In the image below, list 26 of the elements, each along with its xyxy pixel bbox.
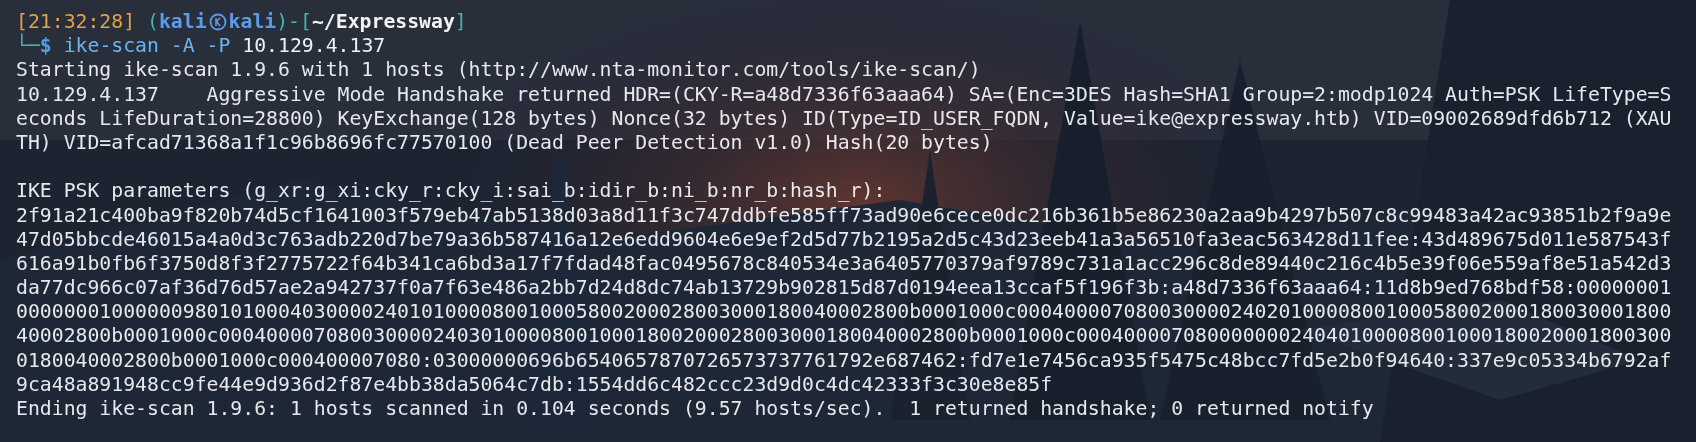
output-line: Ending ike-scan 1.9.6: 1 hosts scanned in 0.104 seconds (9.57 hosts/sec). 1 returned handshake; 0 returned notify	[16, 397, 1374, 420]
prompt-frame: (	[135, 10, 159, 33]
output-line: 9ca48a891948cc9fe44e9d936d2f87e4bb38da5064c7db:1554dd6c482ccc23d9d0c4dc42333f3c30e8e85f	[16, 372, 1053, 396]
output-line: Starting ike-scan 1.9.6 with 1 hosts (http://www.nta-monitor.com/tools/ike-scan/)	[16, 58, 981, 82]
output-line: 10.129.4.137 Aggressive Mode Handshake returned HDR=(CKY-R=a48d7336f63aaa64) SA=(Enc=3DES Hash=SHA1 Group=2:modp1024 Auth=PSK LifeType=S	[16, 82, 1672, 106]
prompt-path: ~/Expressway	[311, 10, 455, 33]
prompt-frame: )-[	[276, 10, 312, 33]
prompt-frame: ]	[454, 10, 467, 33]
output-line: 0180040002800b0001000c000400007080:03000000696b6540657870726573737761792e687462:fd7e1e7456ca935f5475c48bcc7fd5e2b0f94640:337e9c05334b6792af	[16, 348, 1672, 372]
output-line: TH) VID=afcad71368a1f1c96b8696fc77570100 (Dead Peer Detection v1.0) Hash(20 bytes)	[16, 130, 993, 154]
output-line: econds LifeDuration=28800) KeyExchange(128 bytes) Nonce(32 bytes) ID(Type=ID_USER_FQDN, Value=ike@expressway.htb) VID=09002689dfd6b712 (XAU	[16, 106, 1672, 130]
prompt-user: kali	[158, 10, 207, 33]
output-line: 40002800b0001000c000400007080030000240301000080010001800200028003000180040002800b0001000c00040000708000000024040100008001000180020001800300	[16, 324, 1672, 348]
command-argument: 10.129.4.137	[242, 34, 386, 58]
output-line: 2f91a21c400ba9f820b74d5cf1641003f579eb47ab5138d03a8d11f3c747ddbfe585ff73ad90e6cece0dc216b361b5e86230a2aa9b4297b507c8c99483a42ac93851b2f9a9e	[16, 203, 1672, 227]
prompt-frame: └─	[16, 34, 40, 58]
output-line: da77dc966c07af36d76d57ae2a942737f0a7f63e486a2bb7d24d8dc74ab13729b902815d87d0194eea13ccaf5f196f3b:a48d7336f63aaa64:11d8b9ed768bdf58:00000001	[16, 276, 1672, 300]
output-line: 000000010000009801010004030000240101000080010005800200028003000180040002800b0001000c0004000070800300002402010000800100058002000180030001800	[16, 300, 1672, 324]
output-line: 47d05bbcde46015a4a0d3c763adb220d7be79a36b587416a12e6edd9604e6e9ef2d5d77b2195a2d5c43d23eeb41a3a56510fa3eac563428d11fee:43d489675d011e587543f	[16, 227, 1672, 251]
prompt-sign: $	[39, 34, 53, 58]
output-line: 616a91b0fb6f3750d8f3f2775722f64b341ca6bd3a17f7fdad48fac0495678c840534e3a6405770379af9789c731a1acc296c8de89440c216c4b5e39f06e559af8e51a542d3	[16, 251, 1672, 275]
circled-mark-icon	[208, 13, 227, 31]
command-text: ike-scan -A -P	[63, 34, 232, 58]
output-line: IKE PSK parameters (g_xr:g_xi:cky_r:cky_i:sai_b:idir_b:ni_b:nr_b:hash_r):	[16, 179, 886, 203]
prompt-time: [21:32:28]	[16, 10, 136, 33]
prompt-user: kali	[228, 10, 277, 33]
